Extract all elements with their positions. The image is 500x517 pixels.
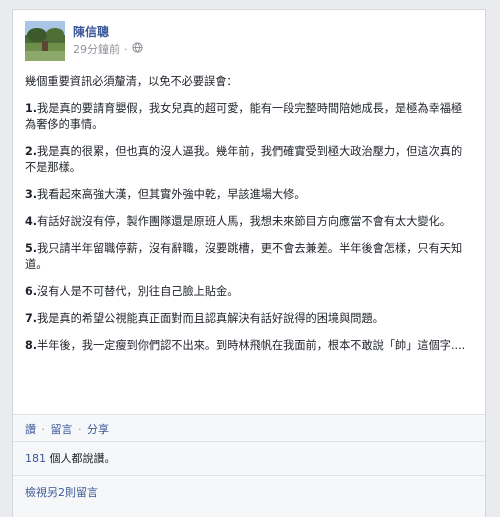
post-actions: 讚 · 留言 · 分享	[25, 421, 109, 437]
globe-icon[interactable]	[131, 42, 143, 56]
share-button[interactable]: 分享	[87, 423, 109, 436]
comment-button[interactable]: 留言	[51, 423, 73, 436]
post-item-number: 2.	[25, 145, 38, 158]
likes-count[interactable]: 181	[25, 452, 46, 465]
post-items: 1.我是真的要請育嬰假，我女兒真的超可愛，能有一段完整時間陪她成長，是極為幸福極…	[25, 101, 471, 354]
post-item-text: 有話好說沒有停，製作團隊還是原班人馬，我想未來節目方向應當不會有太大變化。	[37, 215, 451, 228]
post-header: 陳信聰 29分鐘前 ·	[13, 10, 485, 62]
post-item-text: 沒有人是不可替代，別往自己臉上貼金。	[37, 285, 239, 298]
post-timestamp[interactable]: 29分鐘前	[73, 41, 120, 57]
author-avatar[interactable]	[25, 21, 65, 61]
post-item: 1.我是真的要請育嬰假，我女兒真的超可愛，能有一段完整時間陪她成長，是極為幸福極…	[25, 101, 471, 133]
view-more-comments-link[interactable]: 檢視另2則留言	[13, 475, 485, 509]
post-item-number: 8.	[25, 339, 38, 352]
post-item-text: 我是真的很累，但也真的沒人逼我。幾年前，我們確實受到極大政治壓力，但這次真的不是…	[25, 145, 463, 174]
post-item-text: 半年後，我一定瘦到你們認不出來。到時林飛帆在我面前，根本不敢說「帥」這個字...…	[37, 339, 466, 352]
post-item: 6.沒有人是不可替代，別往自己臉上貼金。	[25, 284, 471, 300]
post-card: 陳信聰 29分鐘前 · 幾個重要資訊必須釐清，以免不必要誤會： 1.我是真的要請…	[12, 9, 486, 517]
like-button[interactable]: 讚	[25, 423, 36, 436]
likes-text: 個人都說讚。	[46, 452, 116, 465]
avatar-image	[25, 21, 65, 61]
post-item-number: 7.	[25, 312, 38, 325]
post-item-number: 1.	[25, 102, 38, 115]
post-item-text: 我是真的希望公視能真正面對而且認真解決有話好說得的困境與問題。	[37, 312, 384, 325]
post-meta: 29分鐘前 ·	[73, 41, 143, 57]
post-item: 2.我是真的很累，但也真的沒人逼我。幾年前，我們確實受到極大政治壓力，但這次真的…	[25, 144, 471, 176]
post-item-number: 3.	[25, 188, 38, 201]
post-item-text: 我只請半年留職停薪，沒有辭職，沒要跳槽，更不會去兼差。半年後會怎樣，只有天知道。	[25, 242, 463, 271]
dot-separator: ·	[124, 42, 128, 56]
post-item-number: 6.	[25, 285, 38, 298]
post-item: 3.我看起來高強大漢，但其實外強中乾，早該進場大修。	[25, 187, 471, 203]
post-item-text: 我是真的要請育嬰假，我女兒真的超可愛，能有一段完整時間陪她成長，是極為幸福極為奢…	[25, 102, 463, 131]
post-footer: 讚 · 留言 · 分享 181 個人都說讚。 檢視另2則留言	[13, 414, 485, 517]
action-separator: ·	[78, 423, 82, 436]
post-item: 5.我只請半年留職停薪，沒有辭職，沒要跳槽，更不會去兼差。半年後會怎樣，只有天知…	[25, 241, 471, 273]
post-item-number: 5.	[25, 242, 38, 255]
action-separator: ·	[41, 423, 46, 436]
post-item: 7.我是真的希望公視能真正面對而且認真解決有話好說得的困境與問題。	[25, 311, 471, 327]
likes-row: 181 個人都說讚。	[13, 441, 485, 475]
post-item: 8.半年後，我一定瘦到你們認不出來。到時林飛帆在我面前，根本不敢說「帥」這個字.…	[25, 338, 471, 354]
post-body: 幾個重要資訊必須釐清，以免不必要誤會： 1.我是真的要請育嬰假，我女兒真的超可愛…	[25, 74, 471, 365]
author-name[interactable]: 陳信聰	[73, 23, 109, 40]
post-intro: 幾個重要資訊必須釐清，以免不必要誤會：	[25, 75, 238, 88]
post-item-text: 我看起來高強大漢，但其實外強中乾，早該進場大修。	[37, 188, 306, 201]
post-item-number: 4.	[25, 215, 38, 228]
post-item: 4.有話好說沒有停，製作團隊還是原班人馬，我想未來節目方向應當不會有太大變化。	[25, 214, 471, 230]
